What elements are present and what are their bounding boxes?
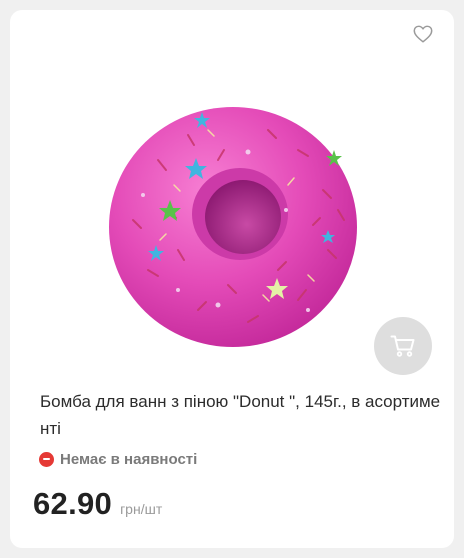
price-value: 62.90 bbox=[33, 486, 113, 521]
price-block: 62.90 грн/шт bbox=[33, 486, 162, 522]
add-to-cart-button[interactable] bbox=[374, 317, 432, 375]
product-image[interactable] bbox=[98, 90, 358, 360]
donut-bath-bomb-image bbox=[109, 107, 357, 347]
availability-text: Немає в наявності bbox=[60, 450, 198, 468]
heart-icon bbox=[413, 25, 433, 43]
favorite-button[interactable] bbox=[412, 23, 434, 45]
price-unit: грн/шт bbox=[120, 501, 163, 517]
availability-status: Немає в наявності bbox=[39, 450, 197, 468]
cart-icon bbox=[390, 335, 415, 357]
minus-circle-icon bbox=[39, 451, 54, 467]
product-name[interactable]: Бомба для ванн з піною "Donut ", 145г., … bbox=[40, 388, 444, 442]
product-card[interactable]: Бомба для ванн з піною "Donut ", 145г., … bbox=[10, 10, 454, 548]
